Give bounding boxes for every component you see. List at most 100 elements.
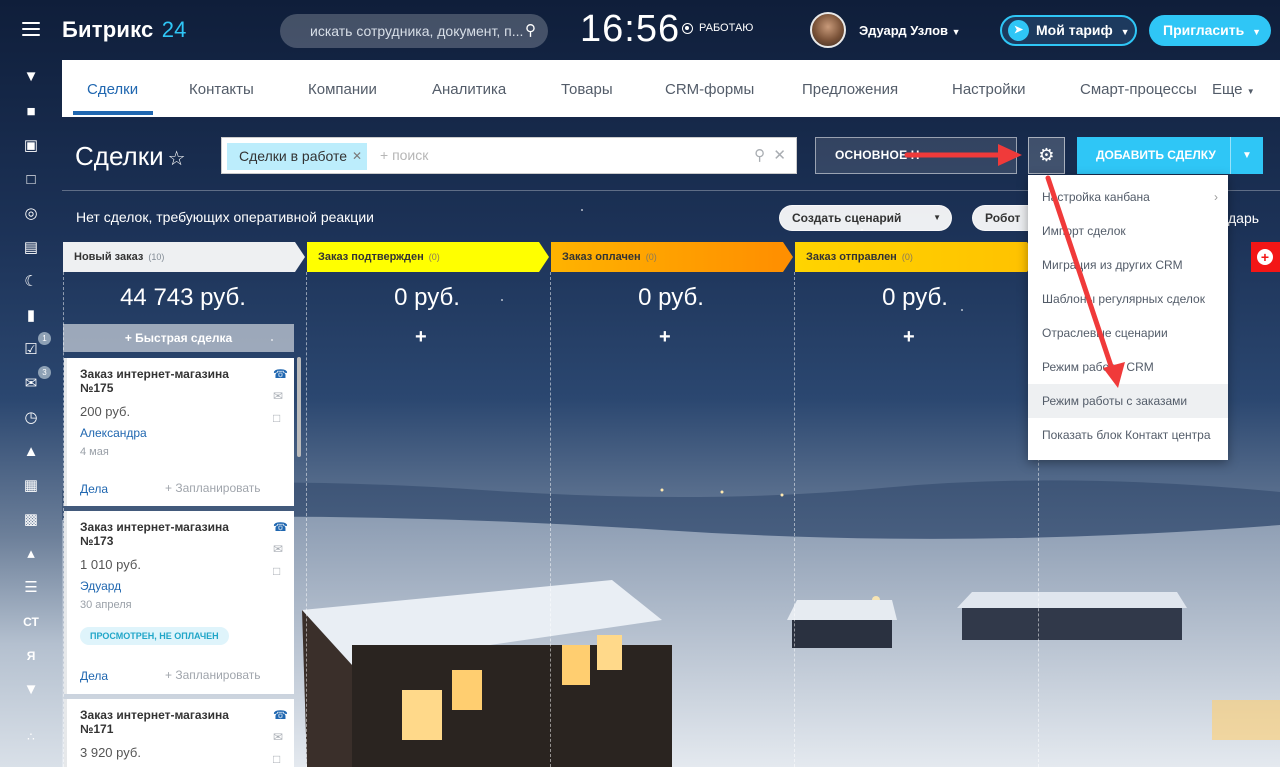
column-scrollbar[interactable]: [297, 357, 301, 457]
network-icon[interactable]: ∴: [17, 725, 45, 749]
mail-icon[interactable]: ✉ 3: [17, 366, 51, 396]
settings-dropdown-menu: Настройка канбана › Импорт сделок Миграци…: [1028, 175, 1228, 460]
clock-icon[interactable]: ◷: [17, 406, 45, 430]
close-icon[interactable]: ✕: [352, 143, 362, 170]
add-deal-plus-icon[interactable]: +: [659, 326, 671, 349]
activities-link[interactable]: Дела: [80, 482, 108, 496]
tarif-button[interactable]: ➤ Мой тариф ▼: [1000, 15, 1137, 46]
tasks-icon[interactable]: ▣: [17, 134, 45, 158]
deal-user[interactable]: Александра: [80, 426, 147, 440]
clock[interactable]: 16:56: [580, 8, 680, 51]
stage-red[interactable]: +: [1251, 242, 1280, 272]
stage-order-sent[interactable]: Заказ отправлен (0): [795, 242, 1037, 272]
tab-companies[interactable]: Компании: [308, 81, 377, 98]
more-chevron-icon[interactable]: ▼: [17, 678, 45, 702]
email-icon[interactable]: ✉: [273, 730, 283, 744]
add-deal-button[interactable]: ДОБАВИТЬ СДЕЛКУ ▼: [1077, 137, 1263, 174]
menu-item-orders-mode[interactable]: Режим работы с заказами: [1028, 384, 1228, 418]
menu-burger-icon[interactable]: [22, 22, 40, 36]
search-input[interactable]: + поиск: [380, 138, 428, 173]
invite-button[interactable]: Пригласить ▼: [1149, 15, 1271, 46]
phone-icon[interactable]: ☎: [273, 367, 288, 381]
stage-order-paid[interactable]: Заказ оплачен (0): [551, 242, 793, 272]
filter-search-field[interactable]: Сделки в работе ✕ + поиск ⚲ ✕: [221, 137, 797, 174]
menu-item-industry-scenarios[interactable]: Отраслевые сценарии: [1028, 316, 1228, 350]
stage-order-confirmed[interactable]: Заказ подтвержден (0): [307, 242, 549, 272]
chat-icon[interactable]: □: [273, 564, 280, 578]
menu-item-recurring-templates[interactable]: Шаблоны регулярных сделок: [1028, 282, 1228, 316]
tab-analytics[interactable]: Аналитика: [432, 81, 506, 98]
add-deal-plus-icon[interactable]: +: [415, 326, 427, 349]
cart-icon[interactable]: ▲: [17, 440, 45, 464]
settings-sliders-icon[interactable]: ☰: [17, 576, 45, 600]
avatar[interactable]: [810, 12, 846, 48]
status-badge: ПРОСМОТРЕН, НЕ ОПЛАЧЕН: [80, 627, 229, 645]
target-icon[interactable]: ◎: [17, 202, 45, 226]
status-dot-icon: [682, 22, 693, 34]
user-menu[interactable]: Эдуард Узлов ▼: [859, 23, 961, 38]
calendar-link[interactable]: дарь: [1228, 210, 1259, 226]
star-icon[interactable]: ☆: [168, 148, 186, 170]
deal-card[interactable]: Заказ интернет-магазина №173 1 010 руб. …: [64, 511, 294, 694]
stage-sum: 0 руб.: [882, 284, 948, 311]
deal-card[interactable]: Заказ интернет-магазина №175 200 руб. Ал…: [64, 358, 294, 506]
analytics-icon[interactable]: ▮: [17, 304, 45, 328]
global-search-input[interactable]: искать сотрудника, документ, п... ⚲: [280, 14, 548, 48]
inbox-icon[interactable]: ▤: [17, 236, 45, 260]
create-scenario-button[interactable]: Создать сценарий ▼: [779, 205, 952, 231]
menu-item-migration[interactable]: Миграция из других CRM: [1028, 248, 1228, 282]
search-icon[interactable]: ⚲: [754, 147, 765, 164]
tab-deals[interactable]: Сделки: [87, 81, 138, 98]
book-icon[interactable]: □: [17, 168, 45, 192]
chat-icon[interactable]: □: [273, 752, 280, 766]
calendar-icon[interactable]: ▦: [17, 474, 45, 498]
tab-smart-processes[interactable]: Смарт-процессы: [1080, 81, 1197, 98]
deal-title[interactable]: Заказ интернет-магазина №171: [80, 708, 250, 736]
apps-icon[interactable]: ▩: [17, 508, 45, 532]
tab-offers[interactable]: Предложения: [802, 81, 898, 98]
notification-badge: 3: [38, 366, 51, 379]
menu-item-contact-center-block[interactable]: Показать блок Контакт центра: [1028, 418, 1228, 452]
menu-item-kanban-settings[interactable]: Настройка канбана ›: [1028, 180, 1228, 214]
gear-icon[interactable]: ⚙: [1028, 137, 1065, 174]
stage-new-order[interactable]: Новый заказ (10): [63, 242, 305, 272]
email-icon[interactable]: ✉: [273, 542, 283, 556]
menu-item-crm-mode[interactable]: Режим работы CRM: [1028, 350, 1228, 384]
tab-more[interactable]: Еще ▼: [1212, 81, 1255, 98]
email-icon[interactable]: ✉: [273, 389, 283, 403]
phone-icon[interactable]: ☎: [273, 520, 288, 534]
tab-products[interactable]: Товары: [561, 81, 613, 98]
schedule-link[interactable]: + Запланировать: [165, 668, 261, 682]
deal-title[interactable]: Заказ интернет-магазина №175: [80, 367, 250, 395]
filter-icon[interactable]: ▼: [17, 65, 45, 89]
activities-link[interactable]: Дела: [80, 669, 108, 683]
tab-settings[interactable]: Настройки: [952, 81, 1026, 98]
menu-item-import-deals[interactable]: Импорт сделок: [1028, 214, 1228, 248]
sidebar-item-ya[interactable]: Я: [17, 644, 45, 668]
add-deal-plus-icon[interactable]: +: [903, 326, 915, 349]
chat-icon[interactable]: □: [273, 411, 280, 425]
left-sidebar: ▼ ■ ▣ □ ◎ ▤ ☾ ▮ ☑ 1 ✉ 3 ◷ ▲ ▦ ▩ ▴ ☰ СТ Я ▼…: [0, 60, 62, 767]
tab-crm-forms[interactable]: CRM-формы: [665, 81, 754, 98]
add-stage-icon[interactable]: +: [1257, 249, 1273, 265]
chevron-right-icon: ›: [1214, 190, 1218, 204]
clear-icon[interactable]: ✕: [773, 147, 786, 164]
moon-icon[interactable]: ☾: [17, 270, 45, 294]
tab-contacts[interactable]: Контакты: [189, 81, 254, 98]
quick-deal-button[interactable]: + Быстрая сделка: [63, 324, 294, 352]
schedule-link[interactable]: + Запланировать: [165, 481, 261, 495]
deal-card[interactable]: Заказ интернет-магазина №171 3 920 руб. …: [64, 699, 294, 767]
app-logo[interactable]: Битрикс 24: [62, 17, 187, 43]
store-icon[interactable]: ▴: [17, 542, 45, 566]
sidebar-item-ct[interactable]: СТ: [17, 610, 45, 634]
phone-icon[interactable]: ☎: [273, 708, 288, 722]
deal-user[interactable]: Эдуард: [80, 579, 121, 593]
robot-icon[interactable]: ■: [17, 100, 45, 124]
checkbox-icon[interactable]: ☑ 1: [17, 332, 51, 362]
main-view-button[interactable]: ОСНОВНОЕ Н: [815, 137, 1017, 174]
chevron-down-icon[interactable]: ▼: [1230, 137, 1263, 174]
deal-price: 3 920 руб.: [80, 745, 141, 760]
filter-chip[interactable]: Сделки в работе ✕: [227, 143, 368, 170]
work-status[interactable]: РАБОТАЮ: [682, 22, 753, 34]
deal-title[interactable]: Заказ интернет-магазина №173: [80, 520, 250, 548]
